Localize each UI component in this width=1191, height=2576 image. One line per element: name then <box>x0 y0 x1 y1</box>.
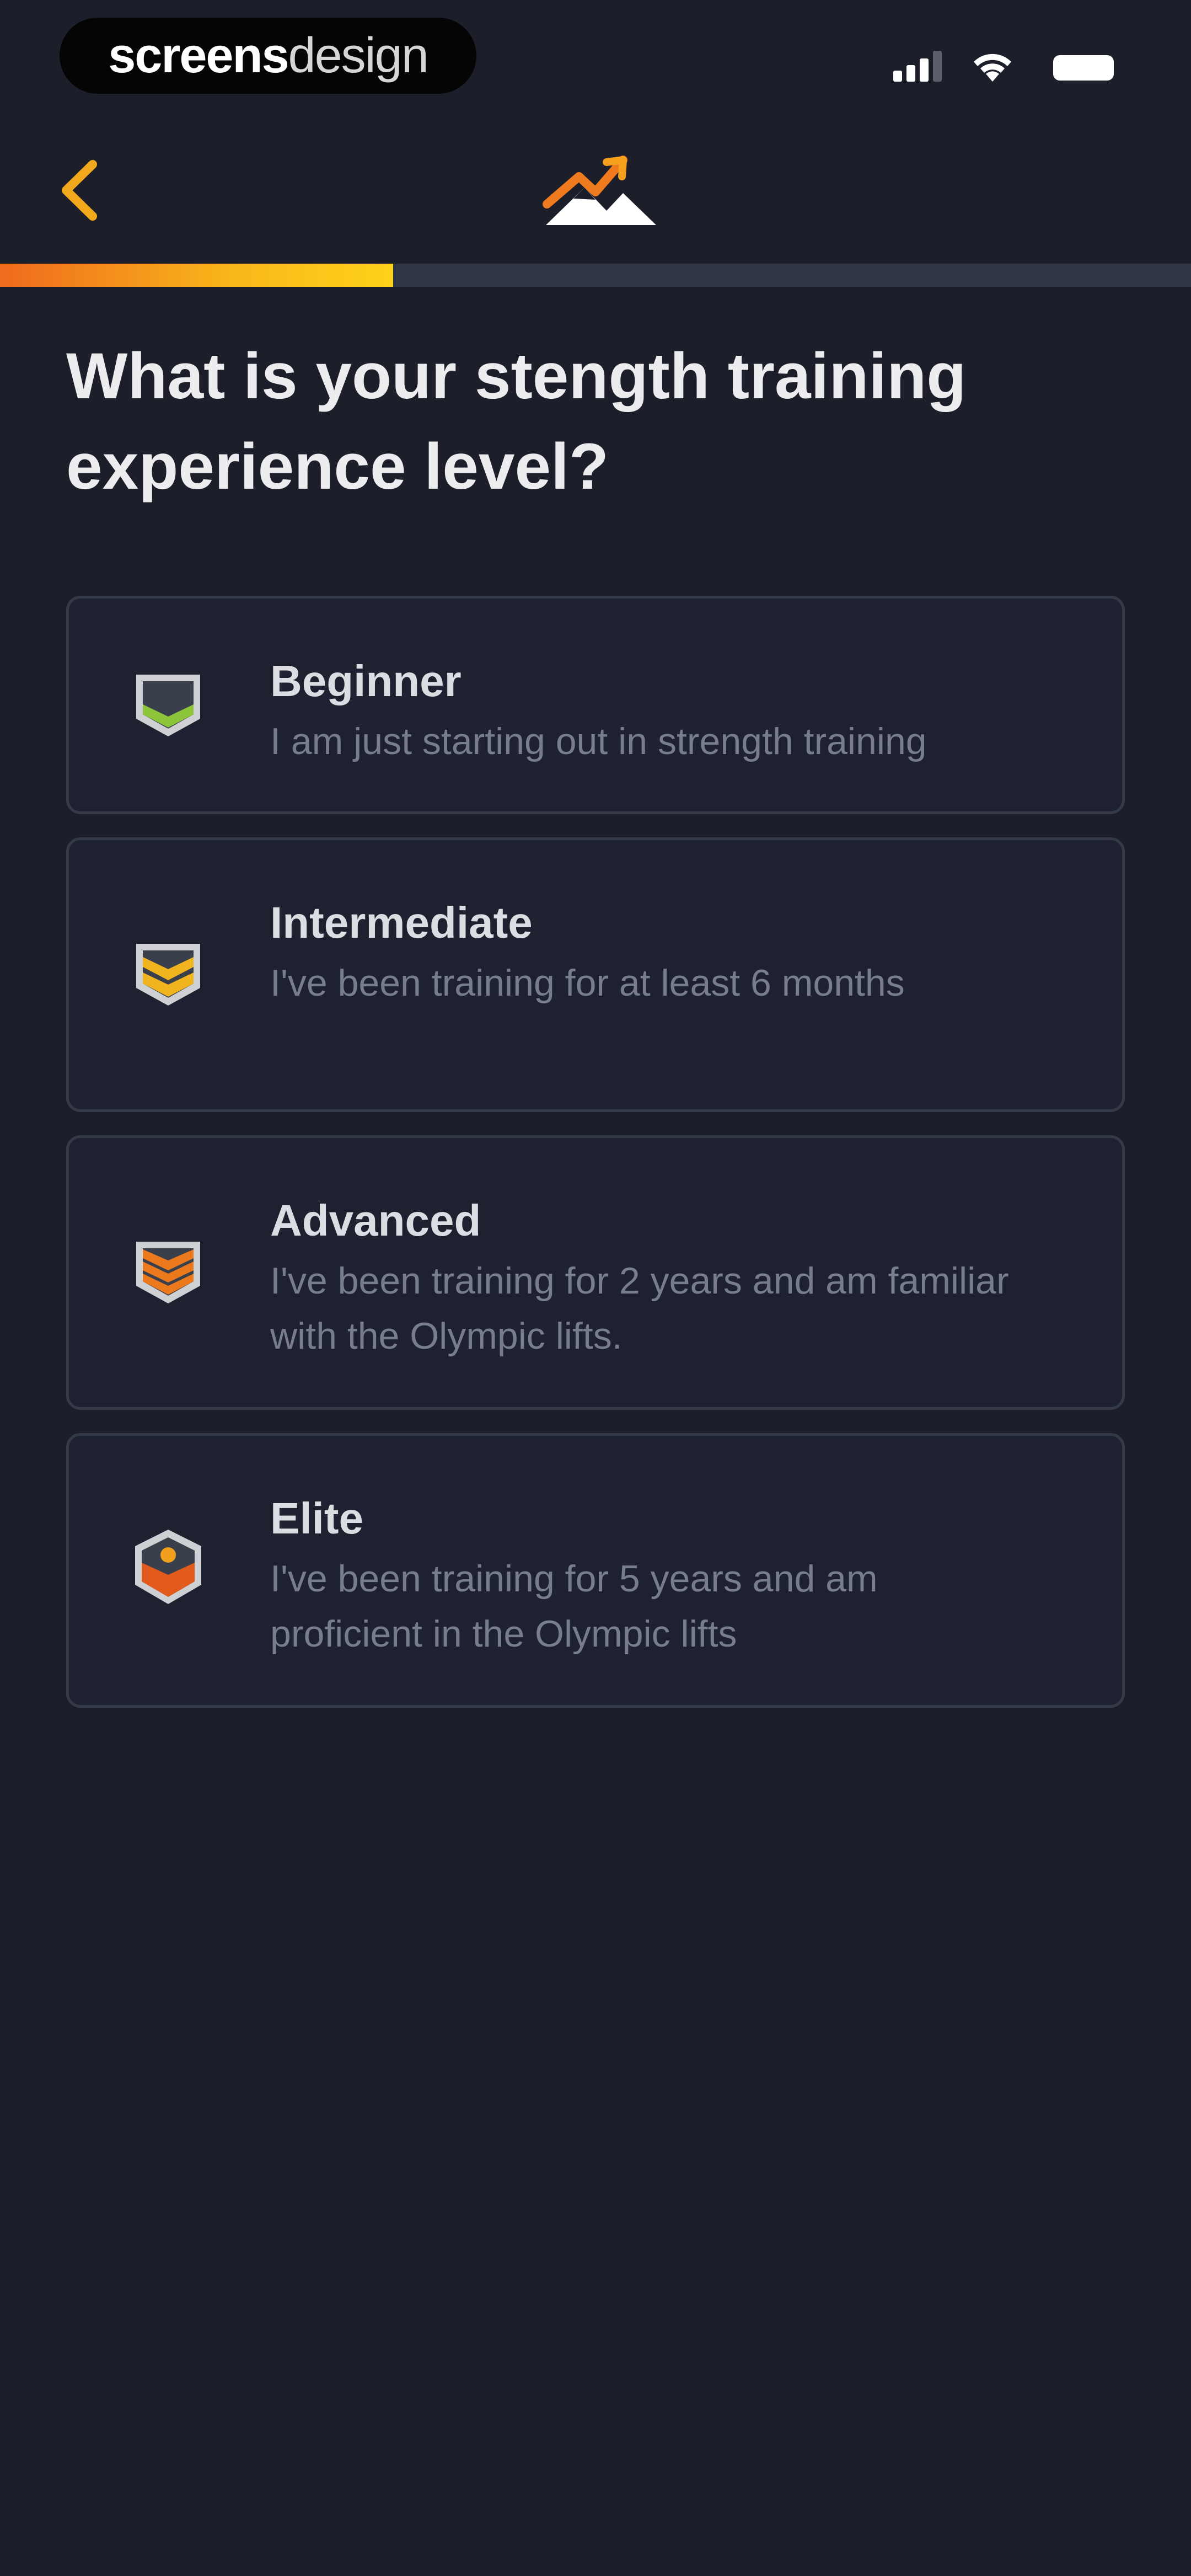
progress-bar <box>0 264 1191 287</box>
option-description: I've been training for at least 6 months <box>270 962 905 1004</box>
chevron-left-icon <box>62 160 97 221</box>
beginner-chevron-badge-icon <box>136 675 200 736</box>
option-description: I've been training for 2 years and am fa… <box>270 1260 1009 1357</box>
option-title: Advanced <box>270 1196 481 1245</box>
progress-bar-fill <box>0 264 393 287</box>
option-text: Beginner I am just starting out in stren… <box>270 651 1015 769</box>
option-beginner[interactable]: Beginner I am just starting out in stren… <box>66 596 1125 814</box>
option-description: I've been training for 5 years and am pr… <box>270 1558 878 1655</box>
option-intermediate[interactable]: Intermediate I've been training for at l… <box>66 837 1125 1112</box>
option-elite[interactable]: Elite I've been training for 5 years and… <box>66 1433 1125 1708</box>
back-button[interactable] <box>50 154 110 226</box>
status-bar: screens design <box>0 0 1191 116</box>
screensdesign-watermark: screens design <box>60 18 476 94</box>
intermediate-chevron-badge-icon <box>136 944 200 1006</box>
elite-star-badge-icon <box>135 1530 201 1604</box>
nav-bar <box>0 127 1191 248</box>
advanced-chevron-badge-icon <box>136 1242 200 1303</box>
option-title: Beginner <box>270 656 462 706</box>
experience-options-list: Beginner I am just starting out in stren… <box>66 596 1125 1731</box>
option-text: Advanced I've been training for 2 years … <box>270 1190 1015 1364</box>
option-text: Elite I've been training for 5 years and… <box>270 1488 1015 1661</box>
page-title: What is your stength training experience… <box>66 340 967 503</box>
wifi-icon <box>974 54 1011 82</box>
mountain-logo-icon <box>543 156 656 225</box>
status-icons <box>893 49 1114 87</box>
watermark-bold-text: screens <box>108 28 289 83</box>
watermark-light-text: design <box>288 28 429 83</box>
signal-icon <box>893 51 942 82</box>
option-description: I am just starting out in strength train… <box>270 720 927 762</box>
option-text: Intermediate I've been training for at l… <box>270 892 1015 1011</box>
option-title: Intermediate <box>270 898 533 947</box>
option-title: Elite <box>270 1494 363 1543</box>
battery-icon <box>1053 55 1114 81</box>
option-advanced[interactable]: Advanced I've been training for 2 years … <box>66 1135 1125 1410</box>
